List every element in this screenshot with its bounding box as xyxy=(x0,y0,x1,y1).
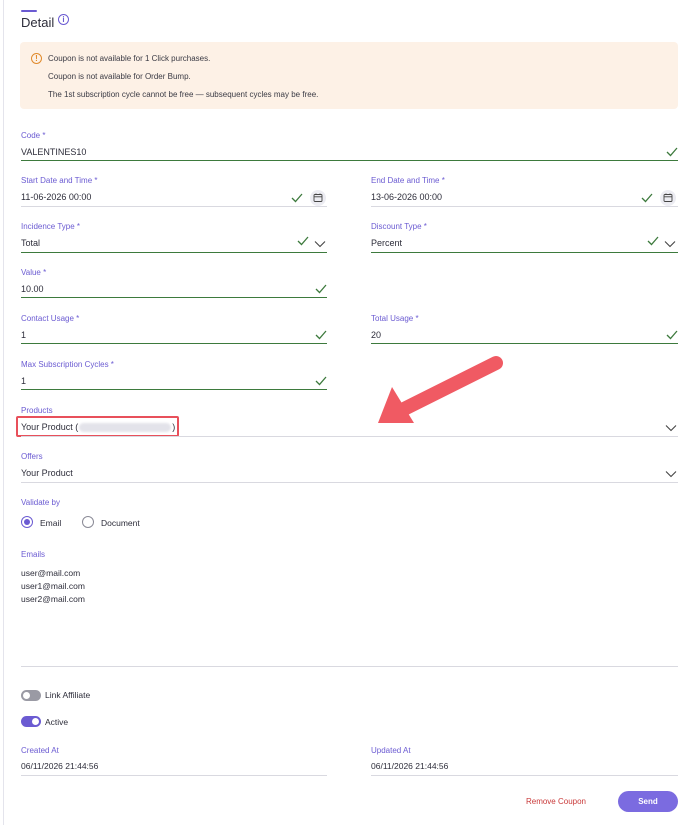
input-underline xyxy=(21,389,327,390)
calendar-icon[interactable] xyxy=(310,190,326,206)
valid-check-icon xyxy=(297,236,309,246)
warning-icon: ! xyxy=(31,53,42,64)
max-cycles-input[interactable]: 1 xyxy=(21,376,26,386)
value-input[interactable]: 10.00 xyxy=(21,284,44,294)
toggle-knob xyxy=(23,692,30,699)
input-underline xyxy=(371,343,678,344)
active-label: Active xyxy=(45,717,69,727)
valid-check-icon xyxy=(315,330,327,340)
input-underline xyxy=(21,297,327,298)
total-usage-input[interactable]: 20 xyxy=(371,330,381,340)
valid-check-icon xyxy=(291,193,303,203)
end-date-label: End Date and Time * xyxy=(371,176,445,185)
input-underline xyxy=(21,252,327,253)
emails-label: Emails xyxy=(21,550,46,559)
total-usage-label: Total Usage * xyxy=(371,314,419,323)
end-date-input[interactable]: 13-06-2026 00:00 xyxy=(371,192,442,202)
toggle-knob xyxy=(32,718,39,725)
send-button[interactable]: Send xyxy=(618,791,678,812)
link-affiliate-label: Link Affiliate xyxy=(45,690,91,700)
discount-type-label: Discount Type * xyxy=(371,222,427,231)
contact-usage-label: Contact Usage * xyxy=(21,314,80,323)
offers-label: Offers xyxy=(21,452,43,461)
input-underline xyxy=(371,775,678,776)
validate-by-label: Validate by xyxy=(21,498,60,507)
detail-panel xyxy=(3,0,690,825)
active-toggle[interactable] xyxy=(21,716,41,727)
info-icon[interactable]: i xyxy=(58,14,69,25)
products-label: Products xyxy=(21,406,53,415)
updated-at-label: Updated At xyxy=(371,746,411,755)
chevron-down-icon[interactable] xyxy=(314,240,326,248)
code-input[interactable]: VALENTINES10 xyxy=(21,147,86,157)
link-affiliate-toggle[interactable] xyxy=(21,690,41,701)
chevron-down-icon[interactable] xyxy=(664,240,676,248)
created-at-label: Created At xyxy=(21,746,59,755)
input-underline xyxy=(21,160,678,161)
annotation-highlight-box xyxy=(16,416,179,437)
chevron-down-icon[interactable] xyxy=(665,470,677,478)
start-date-input[interactable]: 11-06-2026 00:00 xyxy=(21,192,91,202)
remove-coupon-button[interactable]: Remove Coupon xyxy=(516,794,596,810)
page-title: Detail xyxy=(21,15,55,30)
radio-email[interactable] xyxy=(21,516,33,528)
alert-message: Coupon is not available for Order Bump. xyxy=(48,72,191,81)
input-underline xyxy=(371,252,678,253)
section-divider xyxy=(21,666,678,667)
input-underline xyxy=(21,343,327,344)
created-at-value: 06/11/2026 21:44:56 xyxy=(21,761,99,771)
email-item: user@mail.com xyxy=(21,568,81,578)
radio-document-label: Document xyxy=(101,518,140,528)
start-date-label: Start Date and Time * xyxy=(21,176,98,185)
valid-check-icon xyxy=(666,147,678,157)
valid-check-icon xyxy=(315,376,327,386)
emails-textarea[interactable]: user@mail.com user1@mail.com user2@mail.… xyxy=(21,568,678,628)
warning-alert: ! Coupon is not available for 1 Click pu… xyxy=(20,42,678,109)
offers-select[interactable]: Your Product xyxy=(21,468,73,478)
discount-type-select[interactable]: Percent xyxy=(371,238,402,248)
calendar-icon[interactable] xyxy=(660,190,676,206)
input-underline xyxy=(21,206,327,207)
radio-document[interactable] xyxy=(82,516,94,528)
valid-check-icon xyxy=(647,236,659,246)
chevron-down-icon[interactable] xyxy=(665,424,677,432)
input-underline xyxy=(21,436,678,437)
email-item: user2@mail.com xyxy=(21,594,85,604)
input-underline xyxy=(21,775,327,776)
alert-message: The 1st subscription cycle cannot be fre… xyxy=(48,90,319,99)
code-label: Code * xyxy=(21,131,46,140)
radio-email-label: Email xyxy=(40,518,62,528)
valid-check-icon xyxy=(666,330,678,340)
email-item: user1@mail.com xyxy=(21,581,85,591)
valid-check-icon xyxy=(641,193,653,203)
tab-indicator xyxy=(21,10,37,12)
input-underline xyxy=(21,482,678,483)
updated-at-value: 06/11/2026 21:44:56 xyxy=(371,761,449,771)
input-underline xyxy=(371,206,678,207)
valid-check-icon xyxy=(315,284,327,294)
value-label: Value * xyxy=(21,268,47,277)
alert-message: Coupon is not available for 1 Click purc… xyxy=(48,54,211,63)
contact-usage-input[interactable]: 1 xyxy=(21,330,26,340)
annotation-arrow xyxy=(378,356,503,423)
incidence-type-label: Incidence Type * xyxy=(21,222,81,231)
incidence-type-select[interactable]: Total xyxy=(21,238,40,248)
max-cycles-label: Max Subscription Cycles * xyxy=(21,360,114,369)
